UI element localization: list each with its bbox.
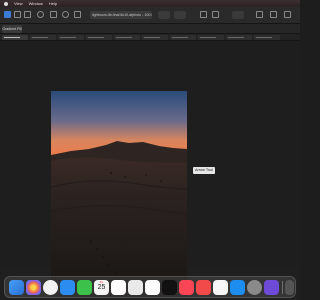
document-tab[interactable] <box>86 35 112 40</box>
photos-icon[interactable] <box>26 280 41 295</box>
document-tabs <box>0 34 300 41</box>
selection-icon[interactable] <box>200 11 207 18</box>
persona-photo-icon[interactable] <box>4 11 11 18</box>
menu-view[interactable]: View <box>14 0 23 7</box>
app-store-icon[interactable] <box>230 280 245 295</box>
dock-separator <box>282 281 283 294</box>
levels-icon[interactable] <box>74 11 81 18</box>
persona-liquify-icon[interactable] <box>14 11 21 18</box>
screen: View Window Help lightroom-lib-final 8x1… <box>0 0 300 300</box>
desert-photo <box>51 91 187 297</box>
toolbar-button-assistant[interactable] <box>158 11 170 19</box>
affinity-photo-icon[interactable] <box>264 280 279 295</box>
document-tab[interactable] <box>170 35 196 40</box>
toolbar-button-snapping[interactable] <box>174 11 186 19</box>
studio-panels-icon[interactable] <box>284 11 291 18</box>
rotate-icon[interactable] <box>270 11 277 18</box>
trash-icon[interactable] <box>285 280 294 295</box>
canvas-area[interactable]: Arrow Tool <box>0 41 300 297</box>
context-toolbar: Gradient Fill <box>0 24 300 34</box>
apple-tv-icon[interactable] <box>162 280 177 295</box>
document-tab[interactable] <box>2 35 28 40</box>
document-tab[interactable] <box>254 35 280 40</box>
color-wheel-icon[interactable] <box>62 11 69 18</box>
freeform-icon[interactable] <box>145 280 160 295</box>
reminders-icon[interactable] <box>128 280 143 295</box>
dock: JUL 25 <box>4 276 296 298</box>
menu-help[interactable]: Help <box>49 0 57 7</box>
tool-tooltip: Arrow Tool <box>193 167 215 174</box>
context-tool-label[interactable]: Gradient Fill <box>2 25 22 33</box>
document-tab[interactable] <box>142 35 168 40</box>
menu-window[interactable]: Window <box>29 0 43 7</box>
calendar-day: 25 <box>97 283 106 291</box>
document-tab[interactable] <box>30 35 56 40</box>
notes-icon[interactable] <box>111 280 126 295</box>
persona-export-icon[interactable] <box>50 11 57 18</box>
books-icon[interactable] <box>213 280 228 295</box>
safari-icon[interactable] <box>60 280 75 295</box>
system-settings-icon[interactable] <box>247 280 262 295</box>
toolbar-button-arrange[interactable] <box>232 11 244 19</box>
document-image[interactable] <box>51 91 187 297</box>
apple-menu-icon[interactable] <box>4 1 8 6</box>
document-tab[interactable] <box>58 35 84 40</box>
app-toolbar: lightroom-lib-final 8x10.afphoto - 100.0… <box>0 7 300 24</box>
news-icon[interactable] <box>196 280 211 295</box>
document-title-field[interactable]: lightroom-lib-final 8x10.afphoto - 100.0… <box>90 11 152 19</box>
transform-icon[interactable] <box>256 11 263 18</box>
persona-develop-icon[interactable] <box>24 11 31 18</box>
persona-tone-icon[interactable] <box>37 11 44 18</box>
quick-mask-icon[interactable] <box>212 11 219 18</box>
menu-bar: View Window Help <box>0 0 300 7</box>
music-icon[interactable] <box>179 280 194 295</box>
calendar-icon[interactable]: JUL 25 <box>94 280 109 295</box>
document-tab[interactable] <box>226 35 252 40</box>
chrome-icon[interactable] <box>43 280 58 295</box>
finder-icon[interactable] <box>9 280 24 295</box>
document-tab[interactable] <box>198 35 224 40</box>
document-tab[interactable] <box>114 35 140 40</box>
messages-icon[interactable] <box>77 280 92 295</box>
